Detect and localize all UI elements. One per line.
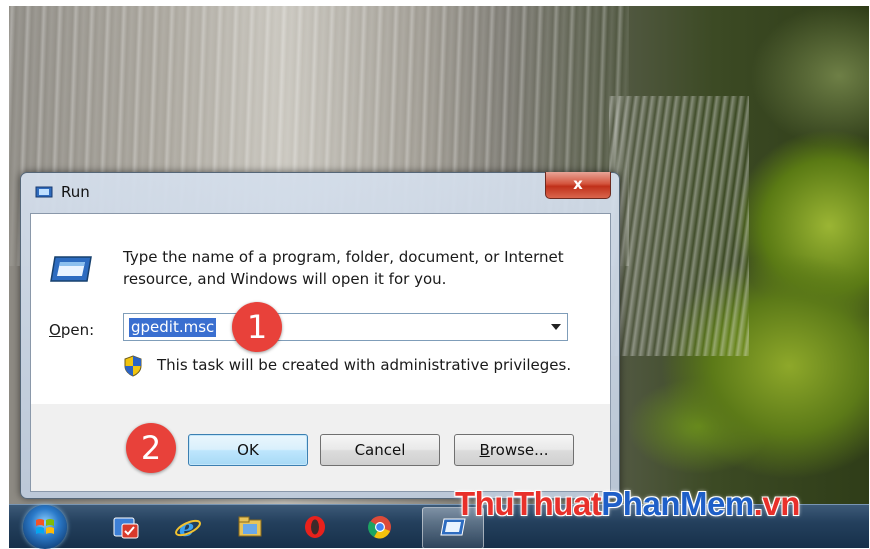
open-input-value[interactable]: gpedit.msc: [129, 318, 217, 337]
dialog-client: Type the name of a program, folder, docu…: [30, 213, 611, 492]
cancel-button[interactable]: Cancel: [320, 434, 440, 466]
chrome-icon[interactable]: [364, 509, 396, 545]
dialog-title: Run: [61, 183, 90, 201]
step-1-badge: 1: [232, 302, 282, 352]
start-button[interactable]: [23, 505, 67, 549]
open-label: Open:: [49, 321, 95, 339]
windows-logo-icon: [36, 519, 54, 534]
ok-button[interactable]: OK: [188, 434, 308, 466]
security-app-icon[interactable]: [109, 509, 141, 545]
close-button[interactable]: x: [545, 172, 611, 199]
dialog-description: Type the name of a program, folder, docu…: [123, 248, 564, 288]
run-icon: [35, 186, 53, 198]
browse-button[interactable]: Browse...: [454, 434, 574, 466]
open-combobox[interactable]: gpedit.msc: [123, 313, 568, 341]
watermark: ThuThuatPhanMem.vn: [455, 485, 800, 522]
file-explorer-icon[interactable]: [234, 509, 266, 545]
content-area: Type the name of a program, folder, docu…: [31, 214, 610, 404]
step-2-badge: 2: [126, 423, 176, 473]
title-bar[interactable]: Run x: [21, 172, 619, 211]
waterfall-right: [609, 96, 749, 356]
opera-icon[interactable]: [299, 509, 331, 545]
run-dialog: Run x Type the name of a program, folder…: [20, 172, 620, 499]
svg-text:e: e: [179, 513, 194, 542]
run-program-icon: [50, 256, 92, 282]
internet-explorer-icon[interactable]: e: [172, 509, 204, 545]
chevron-down-icon[interactable]: [551, 324, 561, 330]
uac-shield-icon: [124, 355, 142, 377]
admin-privileges-notice: This task will be created with administr…: [157, 356, 572, 374]
